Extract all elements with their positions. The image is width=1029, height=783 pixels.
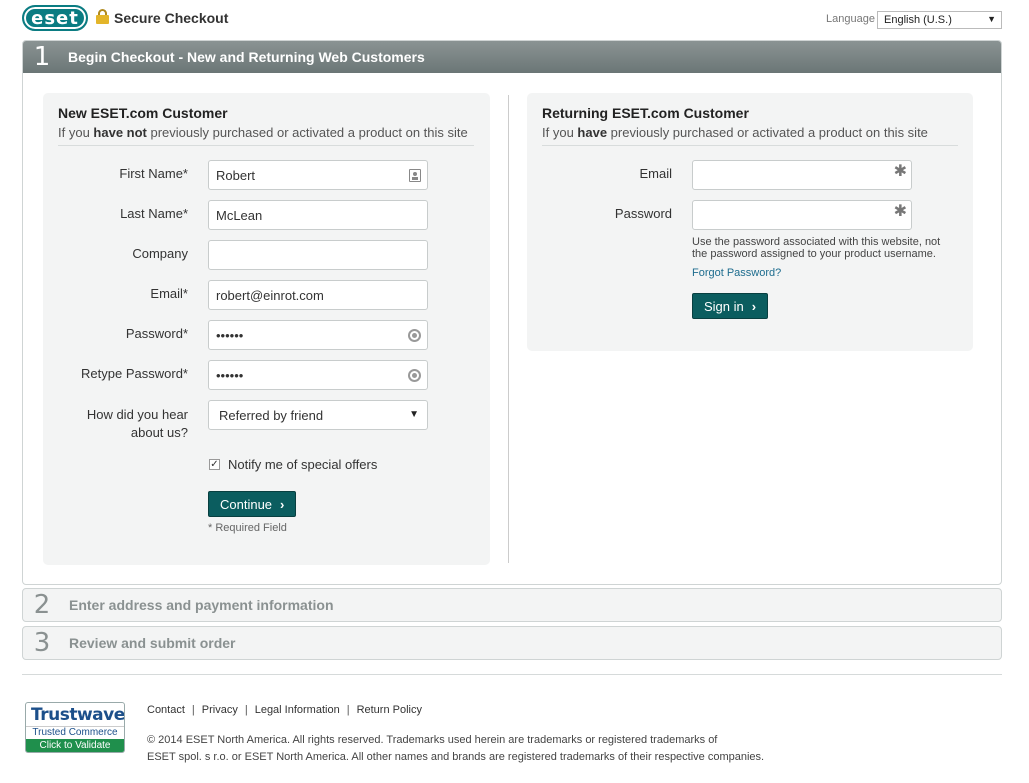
company-label: Company [132, 246, 188, 261]
first-name-label: First Name* [119, 166, 188, 181]
trustwave-validate[interactable]: Click to Validate [26, 739, 124, 752]
trustwave-subtitle: Trusted Commerce [26, 726, 124, 739]
password-help-text: Use the password associated with this we… [692, 236, 941, 260]
last-name-field[interactable]: McLean [208, 200, 428, 230]
autofill-key-icon[interactable]: ✱ [894, 204, 907, 220]
language-label: Language [826, 13, 875, 25]
notify-checkbox[interactable]: ✓ [209, 459, 220, 470]
chevron-down-icon: ▼ [987, 14, 996, 24]
step-number: 1 [33, 42, 51, 72]
eset-logo[interactable]: eset [22, 5, 88, 31]
footer-divider [22, 674, 1002, 675]
chevron-right-icon: › [751, 298, 757, 314]
lock-icon [96, 9, 109, 24]
step-1-section: 1 Begin Checkout - New and Returning Web… [22, 40, 1002, 585]
step-3-section[interactable]: 3 Review and submit order [22, 626, 1002, 660]
returning-customer-subtitle: If you have previously purchased or acti… [542, 125, 928, 140]
password-label: Password* [125, 326, 188, 341]
signin-password-field[interactable]: ✱ [692, 200, 912, 230]
autofill-key-icon[interactable]: ✱ [894, 164, 907, 180]
step-1-header: 1 Begin Checkout - New and Returning Web… [23, 41, 1001, 73]
step-number: 3 [33, 628, 51, 658]
privacy-link[interactable]: Privacy [202, 704, 238, 716]
email-label: Email* [150, 286, 188, 301]
divider [58, 145, 474, 146]
language-select[interactable]: English (U.S.) ▼ [877, 11, 1002, 29]
notify-label[interactable]: Notify me of special offers [228, 457, 377, 472]
signin-email-field[interactable]: ✱ [692, 160, 912, 190]
copyright-text: © 2014 ESET North America. All rights re… [147, 734, 765, 763]
email-field[interactable]: robert@einrot.com [208, 280, 428, 310]
returning-customer-title: Returning ESET.com Customer [542, 105, 749, 121]
signin-password-label: Password [614, 206, 672, 221]
chevron-right-icon: › [280, 496, 285, 512]
step-title: Enter address and payment information [69, 597, 334, 613]
new-customer-panel: New ESET.com Customer If you have not pr… [43, 93, 490, 565]
contact-card-icon [409, 169, 421, 182]
return-policy-link[interactable]: Return Policy [357, 704, 422, 716]
step-title: Review and submit order [69, 635, 236, 651]
returning-customer-panel: Returning ESET.com Customer If you have … [527, 93, 973, 351]
new-customer-subtitle: If you have not previously purchased or … [58, 125, 468, 140]
new-customer-title: New ESET.com Customer [58, 105, 228, 121]
trustwave-badge[interactable]: Trustwave Trusted Commerce Click to Vali… [25, 702, 125, 753]
chevron-down-icon: ▼ [409, 409, 419, 420]
divider [542, 145, 958, 146]
footer-links: Contact | Privacy | Legal Information | Ret… [147, 704, 422, 716]
continue-button[interactable]: Continue › [208, 491, 297, 517]
company-field[interactable] [208, 240, 428, 270]
retype-password-field[interactable]: •••••• [208, 360, 428, 390]
sign-in-button[interactable]: Sign in › [692, 293, 769, 319]
password-reveal-icon[interactable] [408, 329, 421, 342]
step-number: 2 [33, 590, 51, 620]
contact-link[interactable]: Contact [147, 704, 185, 716]
step-2-section[interactable]: 2 Enter address and payment information [22, 588, 1002, 622]
password-reveal-icon[interactable] [408, 369, 421, 382]
retype-password-label: Retype Password* [81, 366, 188, 381]
referral-label: How did you hear about us? [86, 407, 188, 440]
language-value: English (U.S.) [884, 14, 952, 26]
forgot-password-link[interactable]: Forgot Password? [692, 267, 781, 279]
referral-select[interactable]: Referred by friend ▼ [208, 400, 428, 430]
first-name-field[interactable]: Robert [208, 160, 428, 190]
step-title: Begin Checkout - New and Returning Web C… [68, 49, 425, 65]
required-field-note: * Required Field [208, 522, 287, 534]
last-name-label: Last Name* [120, 206, 188, 221]
page-title: Secure Checkout [114, 10, 229, 26]
password-field[interactable]: •••••• [208, 320, 428, 350]
legal-information-link[interactable]: Legal Information [255, 704, 340, 716]
panel-divider [508, 95, 509, 563]
signin-email-label: Email [639, 166, 672, 181]
